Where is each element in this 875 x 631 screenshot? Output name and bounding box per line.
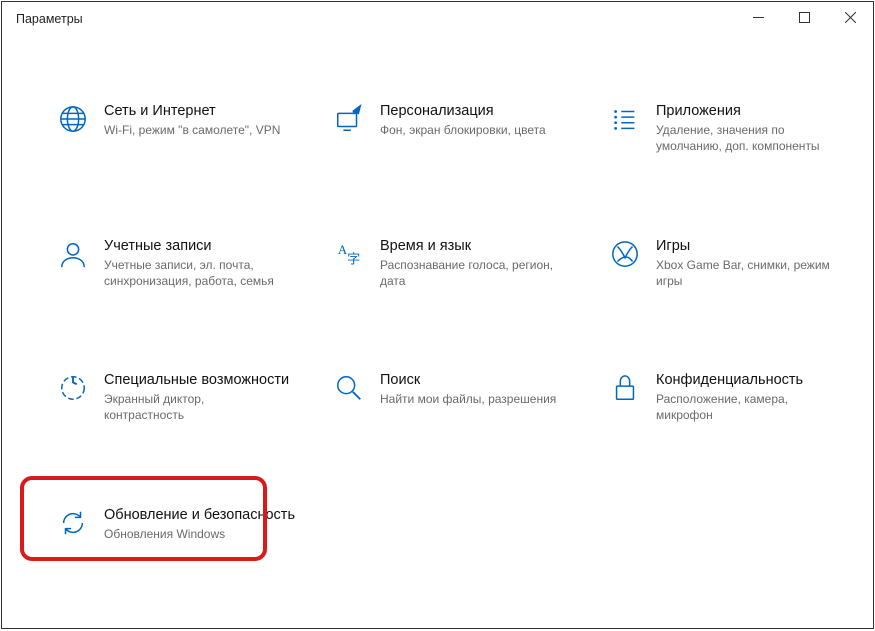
tile-desc: Удаление, значения по умолчанию, доп. ко… (656, 122, 836, 154)
minimize-button[interactable] (735, 2, 781, 32)
svg-text:字: 字 (347, 251, 360, 266)
globe-icon (56, 102, 90, 136)
maximize-icon (799, 12, 810, 23)
tile-title: Обновление и безопасность (104, 506, 295, 524)
settings-grid: Сеть и Интернет Wi-Fi, режим "в самолете… (52, 96, 843, 548)
tile-desc: Расположение, камера, микрофон (656, 391, 836, 423)
tile-title: Время и язык (380, 237, 560, 255)
tile-desc: Xbox Game Bar, снимки, режим игры (656, 257, 836, 289)
brush-icon (332, 102, 366, 136)
tile-update-security[interactable]: Обновление и безопасность Обновления Win… (52, 500, 308, 548)
update-icon (56, 506, 90, 540)
tile-desc: Обновления Windows (104, 526, 284, 542)
close-icon (845, 12, 856, 23)
tile-accessibility[interactable]: Специальные возможности Экранный диктор,… (52, 365, 308, 430)
tile-desc: Wi-Fi, режим "в самолете", VPN (104, 122, 280, 138)
window-controls (735, 2, 873, 32)
settings-window: Параметры Сеть и Интернет Wi-Fi, режим "… (1, 1, 874, 629)
tile-desc: Фон, экран блокировки, цвета (380, 122, 546, 138)
tile-title: Конфиденциальность (656, 371, 836, 389)
tile-title: Персонализация (380, 102, 546, 120)
minimize-icon (753, 12, 764, 23)
tile-title: Игры (656, 237, 836, 255)
accessibility-icon (56, 371, 90, 405)
apps-list-icon (608, 102, 642, 136)
tile-accounts[interactable]: Учетные записи Учетные записи, эл. почта… (52, 231, 308, 296)
settings-content: Сеть и Интернет Wi-Fi, режим "в самолете… (2, 36, 873, 548)
tile-network[interactable]: Сеть и Интернет Wi-Fi, режим "в самолете… (52, 96, 308, 161)
language-icon: A字 (332, 237, 366, 271)
tile-time-language[interactable]: A字 Время и язык Распознавание голоса, ре… (328, 231, 584, 296)
person-icon (56, 237, 90, 271)
tile-desc: Найти мои файлы, разрешения (380, 391, 556, 407)
tile-title: Поиск (380, 371, 556, 389)
maximize-button[interactable] (781, 2, 827, 32)
tile-personalization[interactable]: Персонализация Фон, экран блокировки, цв… (328, 96, 584, 161)
tile-title: Приложения (656, 102, 836, 120)
close-button[interactable] (827, 2, 873, 32)
tile-search[interactable]: Поиск Найти мои файлы, разрешения (328, 365, 584, 430)
tile-title: Учетные записи (104, 237, 284, 255)
tile-title: Специальные возможности (104, 371, 289, 389)
tile-desc: Экранный диктор, контрастность (104, 391, 284, 423)
tile-gaming[interactable]: Игры Xbox Game Bar, снимки, режим игры (604, 231, 860, 296)
xbox-icon (608, 237, 642, 271)
window-title: Параметры (2, 2, 83, 26)
tile-privacy[interactable]: Конфиденциальность Расположение, камера,… (604, 365, 860, 430)
titlebar: Параметры (2, 2, 873, 36)
tile-desc: Распознавание голоса, регион, дата (380, 257, 560, 289)
tile-desc: Учетные записи, эл. почта, синхронизация… (104, 257, 284, 289)
tile-apps[interactable]: Приложения Удаление, значения по умолчан… (604, 96, 860, 161)
tile-title: Сеть и Интернет (104, 102, 280, 120)
lock-icon (608, 371, 642, 405)
search-icon (332, 371, 366, 405)
